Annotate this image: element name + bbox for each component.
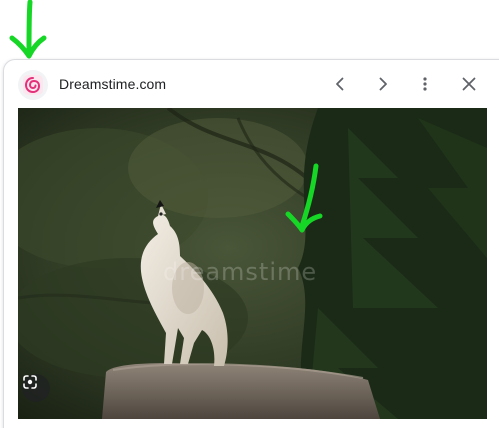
previous-button[interactable] — [324, 68, 356, 100]
google-lens-icon — [23, 375, 37, 389]
chevron-right-icon — [379, 77, 387, 91]
chevron-left-icon — [336, 77, 344, 91]
site-name[interactable]: Dreamstime.com — [59, 76, 166, 92]
next-button[interactable] — [367, 68, 399, 100]
panel-header: Dreamstime.com — [4, 60, 499, 108]
annotation-arrow-icon — [285, 163, 323, 233]
annotation-arrow-icon — [9, 0, 47, 59]
close-icon — [462, 77, 476, 91]
image-watermark: dreamstime — [163, 258, 318, 286]
dreamstime-swirl-icon — [23, 75, 43, 95]
close-button[interactable] — [453, 68, 485, 100]
google-lens-button[interactable] — [22, 374, 50, 402]
image-preview-panel: Dreamstime.com dreamstime — [3, 59, 499, 428]
preview-image[interactable]: dreamstime — [18, 108, 487, 419]
more-vert-icon — [423, 77, 427, 91]
more-options-button[interactable] — [409, 68, 441, 100]
site-favicon[interactable] — [18, 70, 48, 100]
